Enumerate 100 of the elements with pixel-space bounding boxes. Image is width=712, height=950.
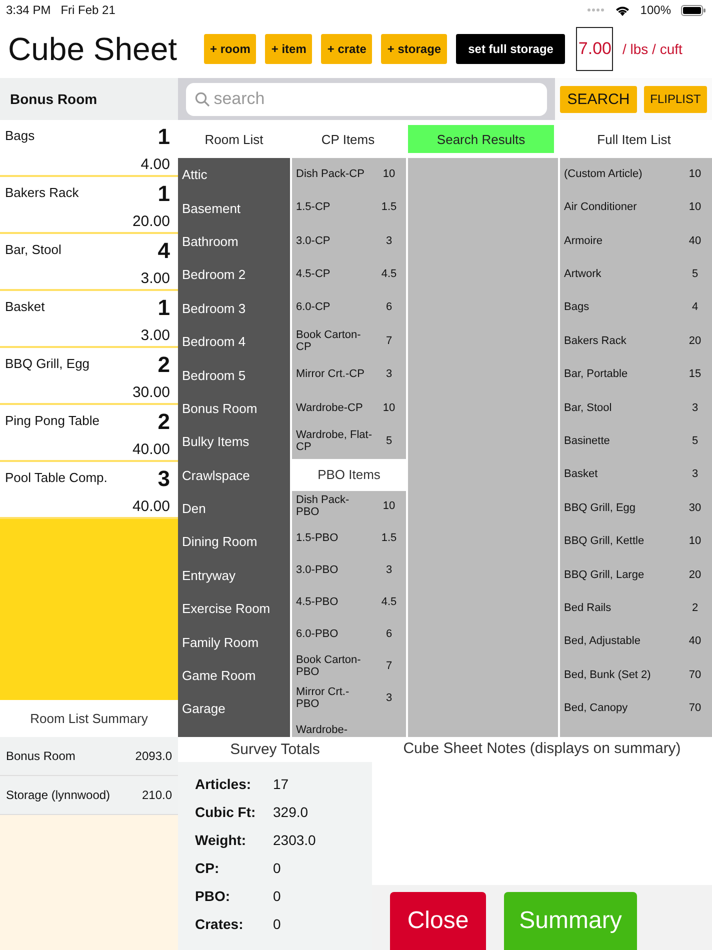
room-cubic-feet: 2093.0 [135, 749, 172, 763]
item-name[interactable]: Basket [564, 469, 678, 481]
item-name[interactable]: BBQ Grill, Large [564, 570, 678, 582]
item-name[interactable]: Bar, Stool [564, 402, 678, 414]
item-cubic-feet: 40 [688, 636, 702, 648]
set-storage-button[interactable]: set full storage [456, 34, 566, 64]
fliplist-button[interactable]: FLIPLIST [644, 86, 707, 112]
room-list-item[interactable]: Attic [178, 158, 290, 192]
room-list-item[interactable]: Game Room [178, 658, 290, 692]
add-button[interactable]: + storage [381, 34, 448, 64]
item-cubic-feet: 3 [690, 402, 700, 414]
list-tab[interactable]: Full Item List [558, 125, 710, 153]
item-name[interactable]: BBQ Grill, Kettle [564, 536, 678, 548]
item-name[interactable]: Wardrobe, Flat-CP [296, 430, 372, 454]
room-list-item[interactable]: Bulky Items [178, 425, 290, 459]
battery-percent: 100% [640, 3, 671, 17]
item-name[interactable]: Wardrobe-CP [296, 402, 372, 414]
item-name[interactable]: Bakers Rack [564, 336, 678, 348]
item-name[interactable]: 4.5-PBO [296, 596, 372, 608]
room-list-item[interactable]: Bedroom 2 [178, 258, 290, 292]
item-name[interactable]: BBQ Grill, Egg [564, 502, 678, 514]
total-value: 0 [273, 860, 282, 878]
item-name: Bakers Rack [5, 184, 80, 202]
item-cubic-feet: 10 [382, 500, 396, 512]
item-name[interactable]: Mirror Crt.-CP [296, 369, 372, 381]
item-name[interactable]: (Custom Article) [564, 168, 678, 180]
total-label: CP: [195, 860, 220, 878]
list-tab[interactable]: Search Results [408, 125, 554, 153]
summary-title: Room List Summary [29, 710, 149, 728]
room-list-item[interactable]: Bathroom [178, 224, 290, 258]
item-cubic-feet: 40 [688, 236, 702, 248]
item-quantity: 2 [156, 409, 170, 436]
item-name[interactable]: Dish Pack-PBO [296, 494, 372, 518]
item-name[interactable]: Artwork [564, 269, 678, 281]
notes-area[interactable]: Cube Sheet Notes (displays on summary) [372, 737, 712, 885]
item-cubic-feet: 5 [690, 436, 700, 448]
item-cubic-feet: 5 [690, 269, 700, 281]
total-label: Crates: [195, 916, 244, 934]
add-button[interactable]: + room [204, 34, 256, 64]
item-cubic-feet: 15 [688, 369, 702, 381]
item-name: BBQ Grill, Egg [5, 355, 91, 373]
item-name[interactable]: Air Conditioner [564, 202, 678, 214]
summary-row[interactable]: Storage (lynnwood) 210.0 [0, 776, 178, 815]
summary-row[interactable]: Bonus Room 2093.0 [0, 737, 178, 776]
item-name[interactable]: Bed, Canopy [564, 703, 678, 715]
section-heading: PBO Items [292, 458, 406, 491]
item-cubic-feet: 40.00 [132, 498, 170, 515]
item-name[interactable]: 6.0-PBO [296, 628, 372, 640]
room-list-item[interactable]: Garage [178, 692, 290, 726]
room-list-item[interactable]: Family Room [178, 625, 290, 659]
item-name[interactable]: Bags [564, 302, 678, 314]
item-name[interactable]: 1.5-PBO [296, 532, 372, 544]
add-button[interactable]: + crate [321, 34, 372, 64]
item-name[interactable]: 3.0-CP [296, 236, 372, 248]
survey-totals-title: Survey Totals [229, 740, 321, 760]
item-cubic-feet: 20 [688, 336, 702, 348]
item-name[interactable]: Dish Pack-CP [296, 168, 372, 180]
search-field[interactable]: search [186, 82, 547, 116]
item-cubic-feet: 20.00 [132, 213, 170, 230]
room-list-item[interactable]: Bedroom 3 [178, 292, 290, 325]
item-name: Basket [5, 298, 46, 316]
room-list-item[interactable]: Entryway [178, 558, 290, 592]
room-list-item[interactable]: Bedroom 4 [178, 324, 290, 358]
item-name[interactable]: Wardrobe- [296, 724, 372, 736]
item-name[interactable]: Mirror Crt.-PBO [296, 686, 372, 710]
room-list-item[interactable]: Bonus Room [178, 392, 290, 426]
room-list-item[interactable]: Dining Room [178, 525, 290, 559]
item-name[interactable]: Basinette [564, 436, 678, 448]
weight-factor-field[interactable]: 7.00 [576, 27, 614, 71]
total-value: 17 [273, 776, 290, 794]
item-quantity: 4 [156, 238, 170, 265]
item-cubic-feet: 7 [384, 336, 394, 348]
item-name[interactable]: 4.5-CP [296, 269, 372, 281]
item-name[interactable]: Bar, Portable [564, 369, 678, 381]
item-name[interactable]: Book Carton-CP [296, 330, 372, 354]
room-list-item[interactable]: Basement [178, 191, 290, 225]
item-cubic-feet: 3.00 [140, 270, 170, 287]
item-name[interactable]: 3.0-PBO [296, 564, 372, 576]
current-room-title: Bonus Room [0, 78, 178, 120]
item-name[interactable]: 1.5-CP [296, 202, 372, 214]
close-button[interactable]: Close [390, 892, 486, 950]
list-tab[interactable]: CP Items [292, 125, 404, 153]
room-list-item[interactable]: Bedroom 5 [178, 358, 290, 392]
room-list-item[interactable]: Exercise Room [178, 592, 290, 626]
room-list-item[interactable]: Den [178, 492, 290, 526]
item-name[interactable]: 6.0-CP [296, 302, 372, 314]
total-value: 0 [273, 888, 282, 906]
page-title: Cube Sheet [8, 30, 178, 68]
item-name[interactable]: Bed, Adjustable [564, 636, 678, 648]
list-tab[interactable]: Room List [180, 125, 288, 153]
search-button[interactable]: SEARCH [560, 86, 637, 112]
add-button[interactable]: + item [265, 34, 312, 64]
item-name[interactable]: Bed, Bunk (Set 2) [564, 670, 678, 682]
item-name[interactable]: Bed Rails [564, 603, 678, 615]
item-cubic-feet: 3 [384, 236, 394, 248]
item-name[interactable]: Book Carton-PBO [296, 654, 372, 678]
item-name[interactable]: Armoire [564, 236, 678, 248]
total-label: Weight: [195, 832, 248, 850]
room-list-item[interactable]: Crawlspace [178, 458, 290, 492]
item-cubic-feet: 10 [688, 202, 702, 214]
